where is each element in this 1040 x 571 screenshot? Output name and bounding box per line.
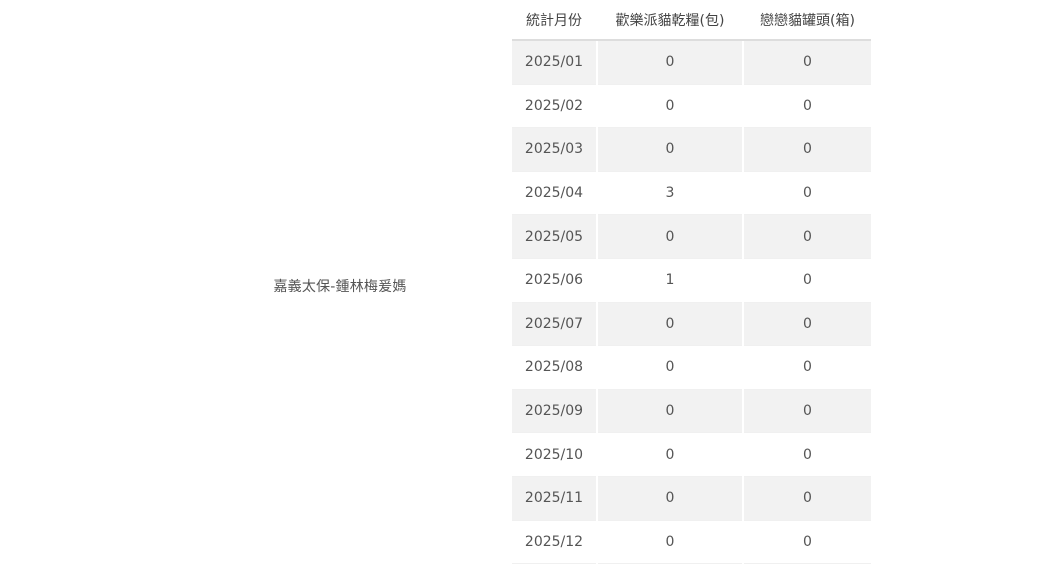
cell-dry-food: 0 <box>598 520 742 565</box>
cell-dry-food: 0 <box>598 433 742 477</box>
cell-dry-food: 3 <box>598 171 742 216</box>
table-row: 2025/03 0 0 <box>512 128 871 172</box>
cell-month: 2025/04 <box>512 171 596 216</box>
table-row: 2025/05 0 0 <box>512 215 871 259</box>
table-row: 2025/12 0 0 <box>512 520 871 565</box>
cell-dry-food: 0 <box>598 128 742 172</box>
cell-dry-food: 0 <box>598 41 742 85</box>
cell-month: 2025/03 <box>512 128 596 172</box>
header-dry-food: 歡樂派貓乾糧(包) <box>615 12 725 29</box>
cell-month: 2025/07 <box>512 302 596 347</box>
cell-dry-food: 0 <box>598 302 742 347</box>
cell-canned: 0 <box>744 128 871 172</box>
owner-cell: 嘉義太保-鍾林梅爰媽 <box>240 0 440 571</box>
cell-dry-food: 0 <box>598 84 742 129</box>
table-row: 2025/07 0 0 <box>512 302 871 347</box>
cell-canned: 0 <box>744 41 871 85</box>
table-row: 2025/04 3 0 <box>512 171 871 216</box>
table-row: 2025/08 0 0 <box>512 346 871 390</box>
header-canned: 戀戀貓罐頭(箱) <box>760 12 855 29</box>
cell-month: 2025/08 <box>512 346 596 390</box>
table-body: 2025/01 0 0 2025/02 0 0 2025/03 0 0 2025/04 3 0 2025… <box>512 41 871 565</box>
cell-dry-food: 0 <box>598 476 742 521</box>
table-row: 2025/02 0 0 <box>512 84 871 129</box>
cell-month: 2025/12 <box>512 520 596 565</box>
owner-name: 嘉義太保-鍾林梅爰媽 <box>273 278 407 295</box>
table-row: 2025/06 1 0 <box>512 258 871 303</box>
table-header: 統計月份 歡樂派貓乾糧(包) 戀戀貓罐頭(箱) <box>512 0 871 41</box>
cell-canned: 0 <box>744 258 871 303</box>
cell-canned: 0 <box>744 433 871 477</box>
monthly-stats-table: 統計月份 歡樂派貓乾糧(包) 戀戀貓罐頭(箱) 2025/01 0 0 2025/02… <box>512 0 871 565</box>
cell-month: 2025/01 <box>512 41 596 85</box>
table-row: 2025/10 0 0 <box>512 433 871 477</box>
cell-month: 2025/09 <box>512 389 596 434</box>
cell-canned: 0 <box>744 476 871 521</box>
cell-dry-food: 0 <box>598 389 742 434</box>
cell-canned: 0 <box>744 389 871 434</box>
table-row: 2025/09 0 0 <box>512 389 871 434</box>
cell-canned: 0 <box>744 520 871 565</box>
cell-dry-food: 0 <box>598 346 742 390</box>
cell-month: 2025/02 <box>512 84 596 129</box>
cell-month: 2025/10 <box>512 433 596 477</box>
table-row: 2025/11 0 0 <box>512 476 871 521</box>
cell-canned: 0 <box>744 215 871 259</box>
cell-dry-food: 1 <box>598 258 742 303</box>
header-month: 統計月份 <box>526 12 582 29</box>
cell-canned: 0 <box>744 346 871 390</box>
cell-month: 2025/11 <box>512 476 596 521</box>
cell-month: 2025/06 <box>512 258 596 303</box>
cell-month: 2025/05 <box>512 215 596 259</box>
cell-canned: 0 <box>744 302 871 347</box>
cell-canned: 0 <box>744 171 871 216</box>
table-row: 2025/01 0 0 <box>512 41 871 85</box>
cell-dry-food: 0 <box>598 215 742 259</box>
cell-canned: 0 <box>744 84 871 129</box>
